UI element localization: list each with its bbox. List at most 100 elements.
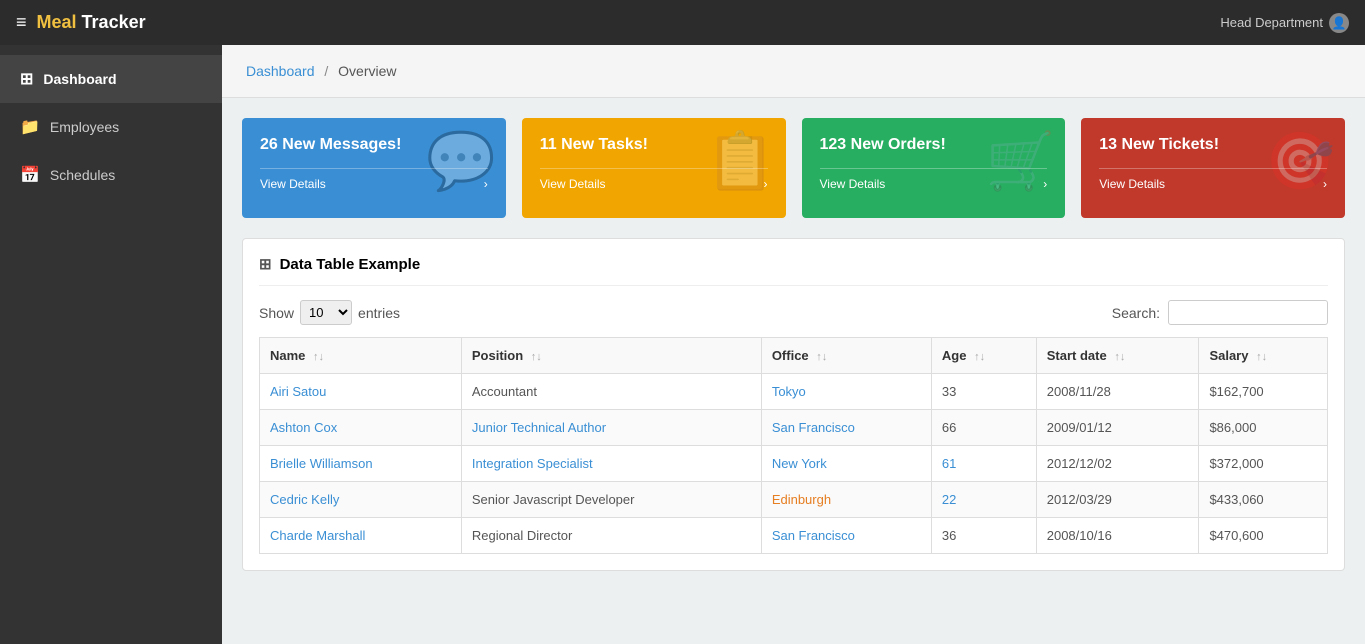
col-position-sort[interactable]: ↑↓	[531, 351, 542, 363]
show-label: Show	[259, 305, 294, 321]
card-orders-footer-label: View Details	[820, 177, 886, 191]
entries-label: entries	[358, 305, 400, 321]
office-link[interactable]: San Francisco	[772, 528, 855, 543]
card-messages[interactable]: 26 New Messages! 💬 View Details ›	[242, 118, 506, 218]
age-value: 22	[942, 492, 956, 507]
position-link[interactable]: Integration Specialist	[472, 456, 593, 471]
sidebar: ⊞ Dashboard 📁 Employees 📅 Schedules	[0, 45, 222, 644]
card-messages-footer-label: View Details	[260, 177, 326, 191]
col-age[interactable]: Age ↑↓	[931, 338, 1036, 374]
position-link[interactable]: Junior Technical Author	[472, 420, 606, 435]
employees-icon: 📁	[20, 117, 40, 137]
col-salary[interactable]: Salary ↑↓	[1199, 338, 1328, 374]
cell-position: Senior Javascript Developer	[461, 482, 761, 518]
cell-salary: $433,060	[1199, 482, 1328, 518]
table-row: Cedric Kelly Senior Javascript Developer E…	[260, 482, 1328, 518]
name-link[interactable]: Charde Marshall	[270, 528, 365, 543]
table-grid-icon: ⊞	[259, 255, 272, 273]
sidebar-item-dashboard[interactable]: ⊞ Dashboard	[0, 55, 222, 103]
table-row: Ashton Cox Junior Technical Author San Fra…	[260, 410, 1328, 446]
app-title: Meal Tracker	[37, 12, 146, 33]
cell-position: Integration Specialist	[461, 446, 761, 482]
table-controls: Show 10 25 50 100 entries Search:	[259, 300, 1328, 325]
card-tasks-arrow: ›	[764, 177, 768, 191]
col-name-sort[interactable]: ↑↓	[313, 351, 324, 363]
col-start-date[interactable]: Start date ↑↓	[1036, 338, 1199, 374]
col-age-sort[interactable]: ↑↓	[974, 351, 985, 363]
entries-select[interactable]: 10 25 50 100	[300, 300, 352, 325]
cell-age: 36	[931, 518, 1036, 554]
breadcrumb-current: Overview	[338, 63, 396, 79]
card-tickets-footer[interactable]: View Details ›	[1099, 168, 1327, 199]
cell-name[interactable]: Brielle Williamson	[260, 446, 462, 482]
col-start-date-label: Start date	[1047, 348, 1107, 363]
card-messages-arrow: ›	[484, 177, 488, 191]
table-section-header: ⊞ Data Table Example	[259, 255, 1328, 286]
name-link[interactable]: Brielle Williamson	[270, 456, 373, 471]
cell-position: Junior Technical Author	[461, 410, 761, 446]
cell-office: San Francisco	[761, 518, 931, 554]
col-office-label: Office	[772, 348, 809, 363]
col-name[interactable]: Name ↑↓	[260, 338, 462, 374]
sidebar-item-label-employees: Employees	[50, 119, 119, 135]
cell-office: Edinburgh	[761, 482, 931, 518]
card-orders-footer[interactable]: View Details ›	[820, 168, 1048, 199]
age-value: 61	[942, 456, 956, 471]
breadcrumb-link[interactable]: Dashboard	[246, 63, 315, 79]
cell-salary: $86,000	[1199, 410, 1328, 446]
card-tasks-footer-label: View Details	[540, 177, 606, 191]
card-tickets[interactable]: 13 New Tickets! 🎯 View Details ›	[1081, 118, 1345, 218]
col-age-label: Age	[942, 348, 967, 363]
card-orders-arrow: ›	[1043, 177, 1047, 191]
card-tasks[interactable]: 11 New Tasks! 📋 View Details ›	[522, 118, 786, 218]
card-tasks-title: 11 New Tasks!	[540, 136, 768, 154]
office-link[interactable]: Edinburgh	[772, 492, 831, 507]
sidebar-item-schedules[interactable]: 📅 Schedules	[0, 151, 222, 199]
col-start-date-sort[interactable]: ↑↓	[1114, 351, 1125, 363]
office-link[interactable]: Tokyo	[772, 384, 806, 399]
cell-office: San Francisco	[761, 410, 931, 446]
cell-start-date: 2012/03/29	[1036, 482, 1199, 518]
col-salary-sort[interactable]: ↑↓	[1256, 351, 1267, 363]
table-controls-right: Search:	[1112, 300, 1328, 325]
cell-office: New York	[761, 446, 931, 482]
card-orders-title: 123 New Orders!	[820, 136, 1048, 154]
cell-salary: $372,000	[1199, 446, 1328, 482]
card-tickets-title: 13 New Tickets!	[1099, 136, 1327, 154]
col-position-label: Position	[472, 348, 523, 363]
cell-start-date: 2008/10/16	[1036, 518, 1199, 554]
layout: ⊞ Dashboard 📁 Employees 📅 Schedules Dash…	[0, 45, 1365, 644]
name-link[interactable]: Cedric Kelly	[270, 492, 339, 507]
cell-name[interactable]: Ashton Cox	[260, 410, 462, 446]
navbar-right: Head Department 👤	[1220, 13, 1349, 33]
card-tasks-footer[interactable]: View Details ›	[540, 168, 768, 199]
col-position[interactable]: Position ↑↓	[461, 338, 761, 374]
cell-start-date: 2008/11/28	[1036, 374, 1199, 410]
office-link[interactable]: San Francisco	[772, 420, 855, 435]
cell-name[interactable]: Cedric Kelly	[260, 482, 462, 518]
col-office[interactable]: Office ↑↓	[761, 338, 931, 374]
cell-position: Regional Director	[461, 518, 761, 554]
sidebar-item-employees[interactable]: 📁 Employees	[0, 103, 222, 151]
office-link[interactable]: New York	[772, 456, 827, 471]
cell-name[interactable]: Airi Satou	[260, 374, 462, 410]
table-controls-left: Show 10 25 50 100 entries	[259, 300, 400, 325]
card-messages-footer[interactable]: View Details ›	[260, 168, 488, 199]
user-icon[interactable]: 👤	[1329, 13, 1349, 33]
col-office-sort[interactable]: ↑↓	[816, 351, 827, 363]
breadcrumb: Dashboard / Overview	[222, 45, 1365, 98]
sidebar-item-label-dashboard: Dashboard	[43, 71, 116, 87]
cell-age: 22	[931, 482, 1036, 518]
card-orders[interactable]: 123 New Orders! 🛒 View Details ›	[802, 118, 1066, 218]
cell-name[interactable]: Charde Marshall	[260, 518, 462, 554]
cell-office: Tokyo	[761, 374, 931, 410]
dashboard-icon: ⊞	[20, 69, 33, 89]
name-link[interactable]: Airi Satou	[270, 384, 326, 399]
main-content: Dashboard / Overview 26 New Messages! 💬 …	[222, 45, 1365, 644]
name-link[interactable]: Ashton Cox	[270, 420, 337, 435]
hamburger-icon[interactable]: ≡	[16, 12, 27, 33]
cell-start-date: 2012/12/02	[1036, 446, 1199, 482]
search-input[interactable]	[1168, 300, 1328, 325]
navbar-left: ≡ Meal Tracker	[16, 12, 146, 33]
app-title-highlight: Meal	[37, 12, 77, 32]
